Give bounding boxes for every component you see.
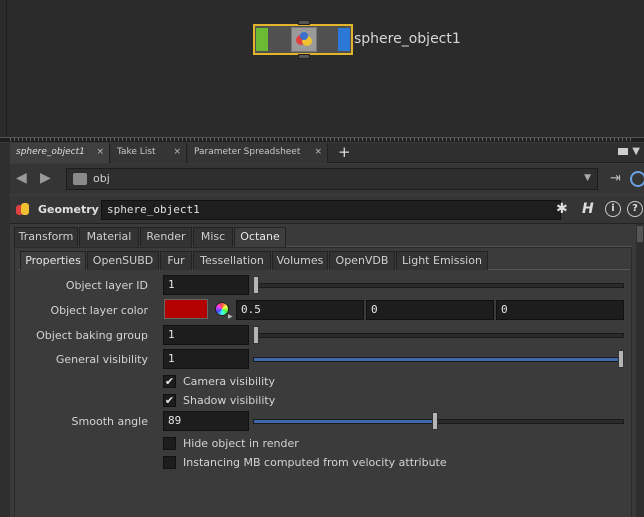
tab-material[interactable]: Material [79,227,139,247]
pane-tab-label: sphere_object1 [16,147,85,157]
back-arrow-icon[interactable]: ◀ [16,170,27,186]
layer-color-r-field[interactable]: 0.5 [236,300,364,320]
path-bar: ◀ ▶ obj ▼ ⇥ [10,164,644,194]
pane-tab-label: Take List [117,147,156,157]
scrollbar-thumb[interactable] [637,226,643,242]
pane-tab-take-list[interactable]: Take List × [111,143,187,163]
tab-properties[interactable]: Properties [20,251,86,270]
geometry-type-icon[interactable] [16,203,32,217]
forward-arrow-icon[interactable]: ▶ [40,170,51,186]
tab-transform[interactable]: Transform [14,227,78,247]
layer-color-g-field[interactable]: 0 [366,300,494,320]
object-baking-group-slider[interactable] [253,333,624,338]
link-icon[interactable] [630,171,644,187]
path-text: obj [93,172,110,185]
pane-tab-sphere-object1[interactable]: sphere_object1 × [10,143,110,163]
slider-fill [254,420,435,423]
node-bypass-flag[interactable] [256,28,268,51]
close-tab-icon[interactable]: × [314,143,322,162]
layer-color-b-field[interactable]: 0 [496,300,624,320]
tab-octane[interactable]: Octane [234,227,286,247]
network-view[interactable]: sphere_object1 [0,0,644,137]
tab-openvdb[interactable]: OpenVDB [329,251,395,270]
layer-color-swatch[interactable] [164,299,208,319]
instancing-mb-label: Instancing MB computed from velocity att… [183,456,447,469]
close-tab-icon[interactable]: × [173,143,181,162]
color-wheel-icon[interactable] [215,302,229,316]
hide-object-checkbox[interactable] [163,437,176,450]
camera-visibility-checkbox[interactable]: ✔ [163,375,176,388]
houdini-help-icon[interactable]: H [582,201,594,217]
maximize-pane-icon[interactable] [618,148,628,155]
object-baking-group-handle[interactable] [253,326,259,344]
node-display-flag[interactable] [338,28,350,51]
path-dropdown-chevron-icon[interactable]: ▼ [584,173,591,183]
object-layer-id-handle[interactable] [253,276,259,294]
octane-sub-tabs: Properties OpenSUBD Fur Tessellation Vol… [18,251,630,270]
general-visibility-label: General visibility [55,353,148,366]
pin-icon[interactable]: ⇥ [610,171,621,186]
tab-light-emission[interactable]: Light Emission [396,251,488,270]
smooth-angle-field[interactable]: 89 [163,411,249,431]
tab-tessellation[interactable]: Tessellation [193,251,271,270]
general-visibility-slider[interactable] [253,357,624,362]
pane-divider-grip[interactable] [10,138,634,141]
obj-context-icon [73,173,87,185]
object-layer-color-label: Object layer color [50,304,148,317]
smooth-angle-label: Smooth angle [71,415,148,428]
pane-tab-label: Parameter Spreadsheet [194,147,301,157]
object-layer-id-label: Object layer ID [65,279,148,292]
pane-tab-bar: sphere_object1 × Take List × Parameter S… [10,143,644,163]
object-baking-group-field[interactable]: 1 [163,325,249,345]
help-icon[interactable]: ? [627,201,643,217]
general-visibility-field[interactable]: 1 [163,349,249,369]
node-type-label: Geometry [38,203,99,216]
node-input-connector[interactable] [298,20,310,25]
instancing-mb-checkbox[interactable] [163,456,176,469]
geometry-node-icon [291,27,317,52]
node-name-field[interactable]: sphere_object1 [101,200,561,220]
gear-icon[interactable]: ✱ [556,201,568,217]
tab-misc[interactable]: Misc [193,227,233,247]
info-icon[interactable]: i [605,201,621,217]
tab-volumes[interactable]: Volumes [272,251,328,270]
object-baking-group-label: Object baking group [36,329,148,342]
tab-render[interactable]: Render [140,227,192,247]
network-edge [6,0,7,137]
slider-fill [254,358,623,361]
add-tab-button[interactable]: + [338,144,351,160]
object-layer-id-slider[interactable] [253,283,624,288]
pane-tab-parameter-spreadsheet[interactable]: Parameter Spreadsheet × [188,143,328,163]
camera-visibility-label: Camera visibility [183,375,275,388]
parameter-header: Geometry sphere_object1 ✱ H i ? [10,196,644,224]
close-tab-icon[interactable]: × [96,143,104,162]
smooth-angle-slider[interactable] [253,419,624,424]
path-field[interactable]: obj ▼ [66,168,598,190]
hide-object-label: Hide object in render [183,437,299,450]
node-name-label: sphere_object1 [354,31,461,47]
tab-opensubd[interactable]: OpenSUBD [87,251,159,270]
general-visibility-handle[interactable] [618,350,624,368]
sphere-object-node[interactable] [253,20,353,59]
parameter-scrollbar[interactable] [636,224,644,517]
node-output-connector[interactable] [298,54,310,59]
folder-tabs: Transform Material Render Misc Octane [14,227,632,247]
pane-menu-chevron-icon[interactable]: ▼ [632,146,640,157]
shadow-visibility-label: Shadow visibility [183,394,276,407]
object-layer-id-field[interactable]: 1 [163,275,249,295]
color-menu-chevron-icon[interactable]: ▶ [228,313,233,320]
shadow-visibility-checkbox[interactable]: ✔ [163,394,176,407]
tab-fur[interactable]: Fur [160,251,192,270]
smooth-angle-handle[interactable] [431,412,438,430]
